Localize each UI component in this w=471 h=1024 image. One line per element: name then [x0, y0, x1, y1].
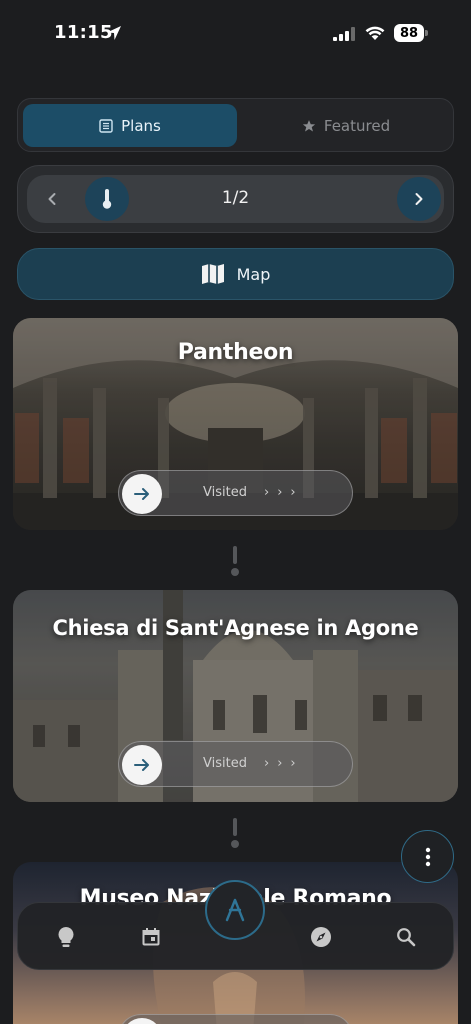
arrow-right-icon: [134, 488, 149, 500]
route-connector: [230, 818, 240, 848]
place-title: Pantheon: [177, 340, 294, 365]
pager-track: 1/2: [27, 175, 444, 223]
search-icon: [397, 928, 416, 947]
tab-explore[interactable]: [309, 925, 333, 949]
visited-label: Visited: [203, 756, 247, 771]
map-button-label: Map: [236, 264, 271, 284]
connector-dot: [231, 840, 239, 848]
status-bar: 11:15 88: [0, 0, 471, 70]
plans-featured-toggle: Plans Featured: [17, 98, 454, 152]
visited-slider[interactable]: Visited ›››: [118, 741, 353, 787]
route-connector: [230, 546, 240, 576]
connector-line: [233, 818, 237, 836]
place-card-chiesa[interactable]: Chiesa di Sant'Agnese in Agone Visited ›…: [13, 590, 458, 802]
map-icon: [201, 264, 224, 284]
wifi-icon: [365, 26, 385, 40]
connector-dot: [231, 568, 239, 576]
next-plan-button[interactable]: [397, 177, 441, 221]
app-logo-icon: [225, 898, 245, 922]
map-button[interactable]: Map: [17, 248, 454, 300]
arrow-right-icon: [134, 759, 149, 771]
open-place-button[interactable]: [122, 1018, 162, 1024]
place-title: Chiesa di Sant'Agnese in Agone: [52, 616, 419, 640]
place-card-pantheon[interactable]: Pantheon Visited ›››: [13, 318, 458, 530]
tab-calendar[interactable]: [139, 925, 163, 949]
more-options-button[interactable]: [401, 830, 454, 883]
page-indicator: 1/2: [221, 188, 250, 208]
slide-chevrons-icon: ›››: [264, 485, 304, 500]
visited-label: Visited: [203, 485, 247, 500]
calendar-icon: [142, 928, 160, 946]
tab-featured[interactable]: Featured: [243, 104, 449, 147]
status-time: 11:15: [54, 22, 113, 43]
compass-icon: [311, 927, 331, 947]
open-place-button[interactable]: [122, 745, 162, 785]
more-vertical-icon: [425, 847, 430, 866]
connector-line: [233, 546, 237, 564]
chevron-right-icon: [415, 193, 423, 205]
battery-cap: [425, 30, 428, 36]
visited-slider[interactable]: [118, 1014, 353, 1024]
tab-plans-label: Plans: [121, 116, 161, 135]
center-home-button[interactable]: [205, 880, 265, 940]
location-arrow-icon: [107, 26, 121, 40]
list-icon: [99, 118, 113, 133]
cellular-signal-icon: [333, 27, 355, 41]
tab-search[interactable]: [394, 925, 418, 949]
battery-indicator: 88: [394, 24, 424, 42]
tab-ideas[interactable]: [54, 925, 78, 949]
visited-slider[interactable]: Visited ›››: [118, 470, 353, 516]
lightbulb-icon: [58, 927, 74, 947]
slide-chevrons-icon: ›››: [264, 756, 304, 771]
tab-featured-label: Featured: [323, 116, 391, 135]
tab-plans[interactable]: Plans: [23, 104, 237, 147]
open-place-button[interactable]: [122, 474, 162, 514]
star-icon: [302, 119, 316, 132]
plan-pager: 1/2: [17, 165, 454, 233]
